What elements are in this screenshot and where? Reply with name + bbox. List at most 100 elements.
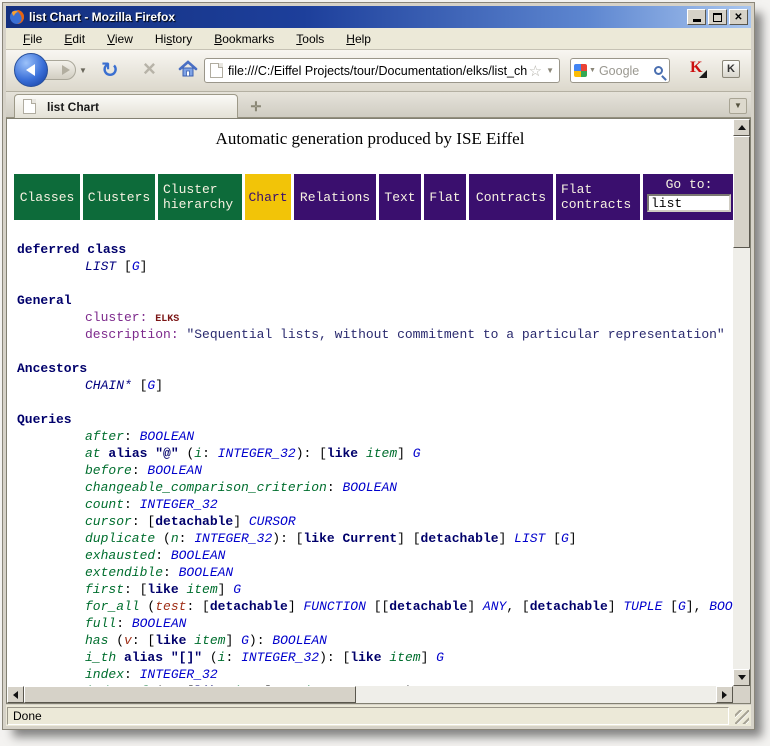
url-text[interactable]: file:///C:/Eiffel Projects/tour/Document… xyxy=(228,64,527,78)
code-token: ] xyxy=(225,633,241,648)
vertical-scrollbar[interactable] xyxy=(733,119,750,686)
nav-button-flat[interactable]: Flat xyxy=(424,174,466,220)
class-link[interactable]: G xyxy=(678,599,686,614)
code-token: ] xyxy=(467,599,483,614)
code-line: for_all (test: [detachable] FUNCTION [[d… xyxy=(17,598,733,615)
menu-help[interactable]: Help xyxy=(337,30,380,48)
nav-button-flat-contracts[interactable]: Flat contracts xyxy=(556,174,640,220)
code-line: deferred class xyxy=(17,241,733,258)
class-link[interactable]: INTEGER_32 xyxy=(241,650,319,665)
scroll-left-button[interactable] xyxy=(7,686,24,703)
class-link[interactable]: BOOLEAN xyxy=(342,480,397,495)
nav-button-classes[interactable]: Classes xyxy=(14,174,80,220)
search-input[interactable]: Google xyxy=(599,64,654,78)
class-link[interactable]: BOOLEAN xyxy=(132,616,187,631)
search-icon[interactable] xyxy=(654,66,663,75)
code-line: count: INTEGER_32 xyxy=(17,496,733,513)
page-title: Automatic generation produced by ISE Eif… xyxy=(7,129,733,149)
menu-edit[interactable]: Edit xyxy=(55,30,94,48)
class-link[interactable]: BOOLEAN xyxy=(171,548,226,563)
code-token: : [ xyxy=(132,633,155,648)
class-link[interactable]: BOOLEAN xyxy=(272,633,327,648)
nav-button-contracts[interactable]: Contracts xyxy=(469,174,553,220)
code-token: ] xyxy=(233,514,249,529)
close-button[interactable]: ✕ xyxy=(729,9,748,25)
stop-button[interactable]: × xyxy=(143,55,156,83)
new-tab-button[interactable]: ✛ xyxy=(244,98,268,116)
back-button[interactable] xyxy=(14,53,48,87)
tab-list-chart[interactable]: list Chart xyxy=(14,94,238,118)
menu-bookmarks[interactable]: Bookmarks xyxy=(205,30,283,48)
code-token: [[ xyxy=(366,599,389,614)
code-token: : xyxy=(124,429,140,444)
code-token: : [ xyxy=(132,514,155,529)
nav-button-chart[interactable]: Chart xyxy=(245,174,291,220)
search-engine-dropdown-icon[interactable]: ▼ xyxy=(589,67,596,74)
class-link[interactable]: G xyxy=(233,582,241,597)
menu-history[interactable]: History xyxy=(146,30,201,48)
kaspersky-icon[interactable]: K xyxy=(690,59,710,79)
class-link[interactable]: G xyxy=(413,446,421,461)
code-token: : xyxy=(327,480,343,495)
class-link[interactable]: INTEGER_32 xyxy=(218,446,296,461)
url-dropdown-icon[interactable]: ▼ xyxy=(546,66,554,75)
class-link[interactable]: BOOLEAN xyxy=(140,429,195,444)
class-link[interactable]: ANY xyxy=(483,599,506,614)
code-line: CHAIN* [G] xyxy=(17,377,733,394)
horizontal-scrollbar[interactable] xyxy=(7,686,733,703)
class-link[interactable]: INTEGER_32 xyxy=(194,531,272,546)
code-token: [ xyxy=(116,259,132,274)
vertical-scroll-thumb[interactable] xyxy=(733,136,750,248)
code-token: item xyxy=(366,446,397,461)
maximize-button[interactable] xyxy=(708,9,727,25)
title-bar: list Chart - Mozilla Firefox ✕ xyxy=(6,6,751,28)
menu-file[interactable]: File xyxy=(14,30,51,48)
code-token: CHAIN* xyxy=(85,378,132,393)
class-link[interactable]: LIST xyxy=(514,531,545,546)
horizontal-scroll-thumb[interactable] xyxy=(24,686,356,703)
code-line: full: BOOLEAN xyxy=(17,615,733,632)
class-link[interactable]: BOOLEAN xyxy=(709,599,733,614)
history-dropdown-icon[interactable]: ▼ xyxy=(79,66,87,75)
document-area: Automatic generation produced by ISE Eif… xyxy=(7,119,733,686)
class-link[interactable]: G xyxy=(561,531,569,546)
bookmark-star-icon[interactable]: ☆ xyxy=(529,62,542,80)
k-toolbar-button[interactable]: K xyxy=(722,60,740,78)
code-line xyxy=(17,275,733,292)
class-link[interactable]: G xyxy=(241,633,249,648)
class-link[interactable]: G xyxy=(436,650,444,665)
reload-button[interactable]: ↻ xyxy=(101,56,119,84)
code-token: item xyxy=(186,582,217,597)
code-token: exhausted xyxy=(85,548,155,563)
scroll-right-button[interactable] xyxy=(716,686,733,703)
code-token: n xyxy=(171,531,179,546)
menu-view[interactable]: View xyxy=(98,30,142,48)
minimize-button[interactable] xyxy=(687,9,706,25)
nav-button-relations[interactable]: Relations xyxy=(294,174,376,220)
class-link[interactable]: INTEGER_32 xyxy=(140,667,218,682)
code-line: duplicate (n: INTEGER_32): [like Current… xyxy=(17,530,733,547)
code-token: "Sequential lists, without commitment to… xyxy=(186,327,724,342)
scroll-down-button[interactable] xyxy=(733,669,750,686)
goto-input[interactable] xyxy=(647,194,731,212)
resize-grip-icon[interactable] xyxy=(735,710,749,724)
tab-list-dropdown-icon[interactable]: ▼ xyxy=(729,98,747,114)
class-link[interactable]: CURSOR xyxy=(249,514,296,529)
class-link[interactable]: BOOLEAN xyxy=(179,565,234,580)
code-token: ( xyxy=(140,599,156,614)
class-link[interactable]: BOOLEAN xyxy=(147,463,202,478)
nav-button-clusters[interactable]: Clusters xyxy=(83,174,155,220)
code-token: item xyxy=(389,650,420,665)
search-box[interactable]: ▼ Google xyxy=(570,58,670,83)
home-button[interactable] xyxy=(178,59,198,79)
nav-button-cluster-hierarchy[interactable]: Cluster hierarchy xyxy=(158,174,242,220)
scroll-up-button[interactable] xyxy=(733,119,750,136)
menu-tools[interactable]: Tools xyxy=(287,30,333,48)
nav-button-text[interactable]: Text xyxy=(379,174,421,220)
class-link[interactable]: G xyxy=(132,259,140,274)
class-link[interactable]: FUNCTION xyxy=(303,599,365,614)
code-token: duplicate xyxy=(85,531,155,546)
class-link[interactable]: INTEGER_32 xyxy=(140,497,218,512)
address-bar[interactable]: file:///C:/Eiffel Projects/tour/Document… xyxy=(204,58,560,83)
class-link[interactable]: TUPLE xyxy=(623,599,662,614)
